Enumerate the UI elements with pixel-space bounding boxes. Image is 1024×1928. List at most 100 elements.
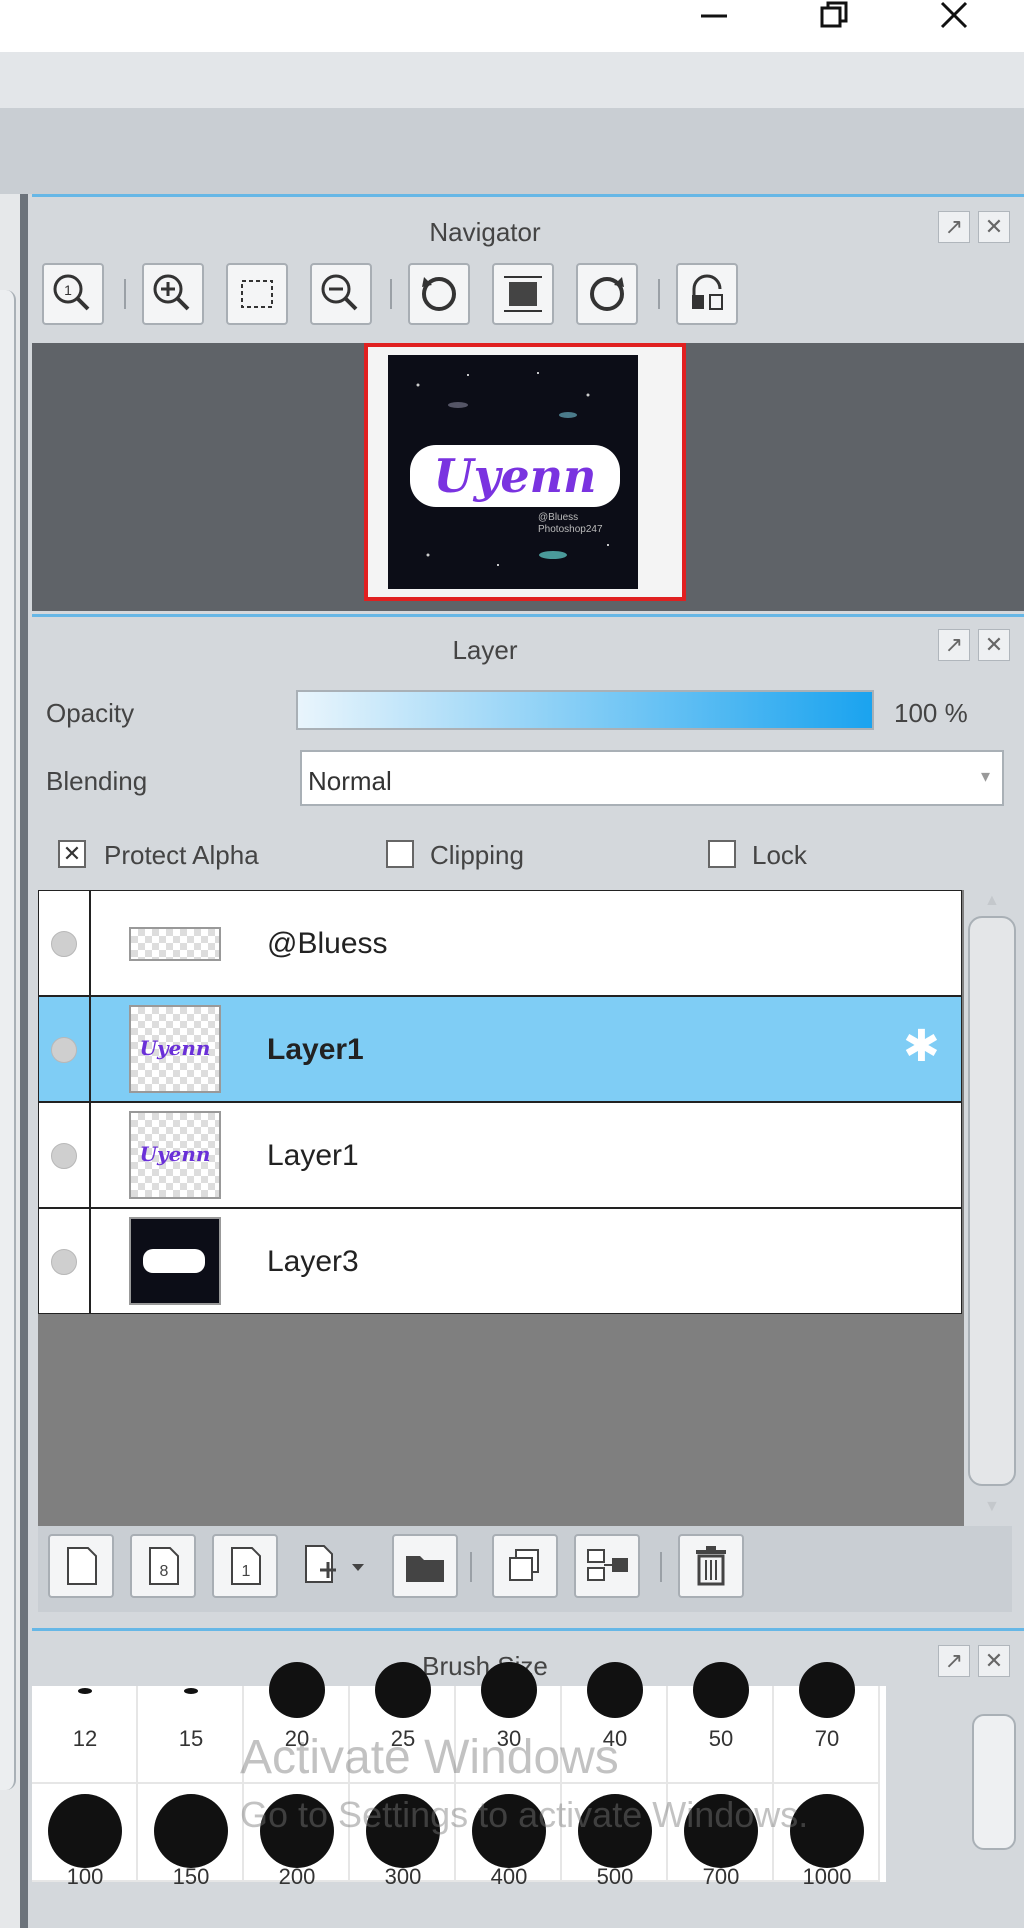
fit-screen-button[interactable] xyxy=(226,263,288,325)
new-8bit-layer-icon: 8 xyxy=(149,1547,179,1585)
opacity-label: Opacity xyxy=(46,698,135,728)
panel-divider[interactable] xyxy=(20,194,28,1928)
brush-size-label: 70 xyxy=(814,1726,840,1751)
blending-select[interactable]: Normal ▾ xyxy=(300,750,1004,806)
navigator-viewport-frame[interactable]: Uyenn @Bluess Photoshop247 xyxy=(364,343,686,601)
brush-dot xyxy=(375,1662,431,1718)
layer-list: @Bluess Uyenn Layer1 ✱ Uyenn Layer1 Laye… xyxy=(38,890,964,1526)
new-layer-button[interactable] xyxy=(48,1534,114,1598)
thumbnail-art: Uyenn xyxy=(140,1142,211,1166)
duplicate-layer-button[interactable] xyxy=(492,1534,558,1598)
brush-size-label: 200 xyxy=(278,1864,316,1889)
layer-scroll-thumb[interactable] xyxy=(968,916,1016,1486)
brush-dot xyxy=(154,1794,228,1868)
add-layer-menu-button[interactable] xyxy=(294,1534,380,1598)
zoom-actual-button[interactable]: 1 xyxy=(42,263,104,325)
layer-row[interactable]: @Bluess xyxy=(38,890,962,996)
brush-dot xyxy=(693,1662,749,1718)
brush-size-cell[interactable]: 70 xyxy=(774,1662,880,1784)
brush-size-label: 100 xyxy=(66,1864,104,1889)
visibility-icon[interactable] xyxy=(51,1037,77,1063)
scroll-down-icon[interactable]: ▼ xyxy=(984,1498,1000,1516)
brush-size-cell[interactable]: 12 xyxy=(32,1686,138,1784)
opacity-slider[interactable] xyxy=(296,690,874,730)
menu-bar xyxy=(0,52,1024,108)
zoom-in-button[interactable] xyxy=(142,263,204,325)
panel-close-button[interactable]: ✕ xyxy=(978,1645,1010,1677)
scroll-up-icon[interactable]: ▲ xyxy=(984,892,1000,910)
brush-size-cell[interactable]: 100 xyxy=(32,1784,138,1889)
zoom-out-icon xyxy=(321,274,358,311)
checkmark-x-icon: ✕ xyxy=(62,841,82,866)
visibility-icon[interactable] xyxy=(51,931,77,957)
undock-icon: ↗ xyxy=(944,1648,964,1673)
zoom-out-button[interactable] xyxy=(310,263,372,325)
layer-name: @Bluess xyxy=(267,927,388,960)
rotate-reset-button[interactable] xyxy=(492,263,554,325)
minimize-icon xyxy=(701,14,727,18)
brush-size-cell[interactable]: 50 xyxy=(668,1662,774,1784)
blending-label: Blending xyxy=(46,766,148,796)
layer-row[interactable]: Layer3 xyxy=(38,1208,962,1314)
new-8bit-layer-button[interactable]: 8 xyxy=(130,1534,196,1598)
brush-size-label: 150 xyxy=(172,1864,210,1889)
merge-down-button[interactable] xyxy=(574,1534,640,1598)
divider xyxy=(89,1209,91,1313)
navigator-preview-area[interactable]: Uyenn @Bluess Photoshop247 xyxy=(32,343,1024,611)
undock-button[interactable]: ↗ xyxy=(938,629,970,661)
undock-icon: ↗ xyxy=(944,632,964,657)
brush-dot xyxy=(48,1794,122,1868)
layer-thumbnail: Uyenn xyxy=(129,1111,221,1199)
navigator-thumbnail: Uyenn @Bluess Photoshop247 xyxy=(388,355,638,589)
layer-name: Layer1 xyxy=(267,1033,364,1066)
brush-size-cell[interactable]: 15 xyxy=(138,1686,244,1784)
undock-button[interactable]: ↗ xyxy=(938,211,970,243)
divider xyxy=(89,1103,91,1207)
undock-button[interactable]: ↗ xyxy=(938,1645,970,1677)
visibility-icon[interactable] xyxy=(51,1249,77,1275)
brush-size-label: 50 xyxy=(708,1726,734,1751)
layer-row-selected[interactable]: Uyenn Layer1 ✱ xyxy=(38,996,962,1102)
brush-dot xyxy=(481,1662,537,1718)
restore-button[interactable] xyxy=(794,0,874,36)
flip-icon xyxy=(692,274,723,310)
fit-icon xyxy=(241,280,273,308)
panel-close-button[interactable]: ✕ xyxy=(978,629,1010,661)
brush-size-label: 700 xyxy=(702,1864,740,1889)
new-1bit-layer-button[interactable]: 1 xyxy=(212,1534,278,1598)
divider xyxy=(89,891,91,995)
zoom-actual-icon: 1 xyxy=(53,274,90,311)
brush-scrollbar[interactable] xyxy=(972,1714,1016,1850)
flip-button[interactable] xyxy=(676,263,738,325)
artwork-preview: Uyenn @Bluess Photoshop247 xyxy=(410,372,620,566)
delete-layer-button[interactable] xyxy=(678,1534,744,1598)
clipping-checkbox[interactable] xyxy=(386,840,414,868)
navigator-title: Navigator xyxy=(429,217,541,247)
layer-thumbnail: Uyenn xyxy=(129,1005,221,1093)
layer-title: Layer xyxy=(452,635,518,665)
opacity-value: 100 % xyxy=(894,698,968,728)
merge-down-icon xyxy=(587,1549,628,1581)
protect-alpha-checkbox[interactable]: ✕ xyxy=(58,840,86,868)
canvas-scrollbar[interactable] xyxy=(0,290,16,1790)
add-layer-menu-icon xyxy=(305,1545,364,1583)
minimize-button[interactable] xyxy=(674,0,754,36)
lock-label: Lock xyxy=(752,840,807,870)
rotate-left-button[interactable] xyxy=(408,263,470,325)
settings-gear-icon[interactable]: ✱ xyxy=(903,1025,940,1069)
rotate-right-button[interactable] xyxy=(576,263,638,325)
new-layer-icon xyxy=(67,1547,97,1585)
new-folder-button[interactable] xyxy=(392,1534,458,1598)
visibility-icon[interactable] xyxy=(51,1143,77,1169)
layer-row[interactable]: Uyenn Layer1 xyxy=(38,1102,962,1208)
brush-size-cell[interactable]: 150 xyxy=(138,1784,244,1889)
delete-layer-icon xyxy=(696,1546,726,1586)
close-button[interactable] xyxy=(914,0,994,36)
lock-checkbox[interactable] xyxy=(708,840,736,868)
close-icon xyxy=(940,1,968,29)
artwork-handle-1: @Bluess xyxy=(538,512,578,523)
close-icon: ✕ xyxy=(984,1648,1004,1673)
zoom-in-icon xyxy=(153,274,190,311)
panel-close-button[interactable]: ✕ xyxy=(978,211,1010,243)
brush-dot xyxy=(587,1662,643,1718)
